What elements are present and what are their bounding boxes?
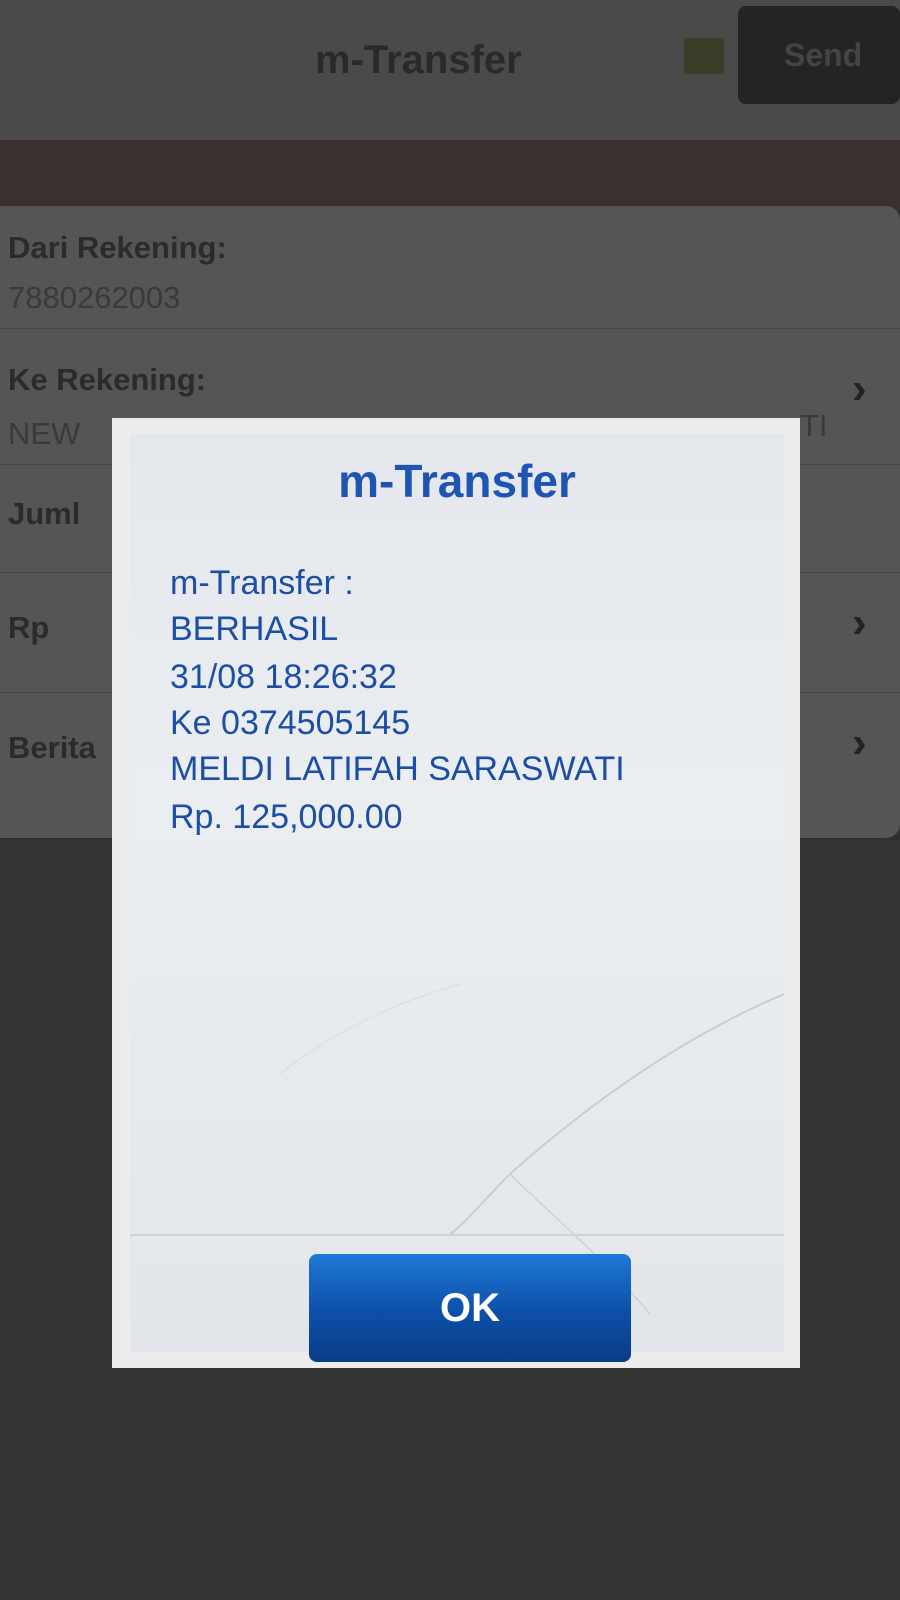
send-button[interactable]: Send <box>738 6 900 104</box>
dialog-divider <box>130 1234 784 1236</box>
chevron-right-icon: › <box>852 598 867 647</box>
currency-label: Rp <box>8 610 50 645</box>
page-title: m-Transfer <box>315 38 522 82</box>
chevron-right-icon: › <box>852 718 867 767</box>
result-dialog: m-Transfer m-Transfer : BERHASIL 31/08 1… <box>112 418 800 1368</box>
message-label: Berita <box>8 730 96 765</box>
top-bar: m-Transfer Send <box>0 0 900 140</box>
message-line: Rp. 125,000.00 <box>170 798 403 836</box>
message-line: Ke 0374505145 <box>170 704 411 742</box>
to-account-value-end: TI <box>800 408 828 443</box>
from-account-label: Dari Rekening: <box>8 230 227 265</box>
from-account-row[interactable]: Dari Rekening: 7880262003 <box>0 206 900 329</box>
sub-bar <box>0 140 900 210</box>
dialog-title: m-Transfer <box>338 455 576 507</box>
screen: m-Transfer Send Dari Rekening: 788026200… <box>0 0 900 1600</box>
to-account-value-start: NEW <box>8 416 81 451</box>
amount-label: Juml <box>8 496 81 531</box>
message-line: MELDI LATIFAH SARASWATI <box>170 750 625 788</box>
message-line: 31/08 18:26:32 <box>170 658 397 696</box>
from-account-value: 7880262003 <box>8 280 181 315</box>
chevron-right-icon: › <box>852 364 867 413</box>
message-line: BERHASIL <box>170 610 339 648</box>
ok-button[interactable]: OK <box>309 1254 631 1362</box>
message-line: m-Transfer : <box>170 564 354 602</box>
status-square-icon <box>684 38 724 74</box>
to-account-label: Ke Rekening: <box>8 362 207 397</box>
